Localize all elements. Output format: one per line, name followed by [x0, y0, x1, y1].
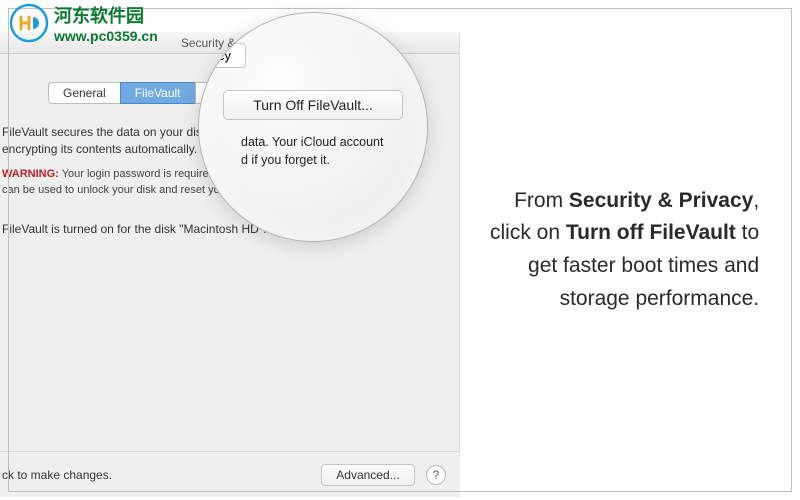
- lock-text[interactable]: ck to make changes.: [2, 468, 112, 482]
- instruction-text: From Security & Privacy, click on Turn o…: [490, 185, 759, 315]
- watermark-url: www.pc0359.cn: [54, 28, 158, 44]
- magnifier-lens: cy Turn Off FileVault... data. Your iClo…: [198, 12, 428, 242]
- tab-filevault[interactable]: FileVault: [120, 82, 195, 104]
- watermark-cn: 河东软件园: [54, 2, 158, 28]
- watermark-logo: [8, 2, 50, 44]
- help-icon[interactable]: ?: [426, 465, 446, 485]
- desc-line2: encrypting its contents automatically.: [2, 142, 197, 156]
- desc-line1: FileVault secures the data on your disk …: [2, 125, 224, 139]
- watermark: 河东软件园 www.pc0359.cn: [8, 2, 158, 44]
- tab-general[interactable]: General: [48, 82, 120, 104]
- instruction-panel: From Security & Privacy, click on Turn o…: [490, 0, 774, 500]
- bottom-bar: ck to make changes. Advanced... ?: [0, 451, 460, 497]
- magnified-turnoff-button[interactable]: Turn Off FileVault...: [223, 90, 403, 120]
- magnified-tab-fragment: cy: [198, 43, 246, 68]
- advanced-button[interactable]: Advanced...: [321, 464, 414, 486]
- warning-label: WARNING:: [2, 168, 59, 180]
- magnified-caption: data. Your iCloud account d if you forge…: [217, 134, 409, 169]
